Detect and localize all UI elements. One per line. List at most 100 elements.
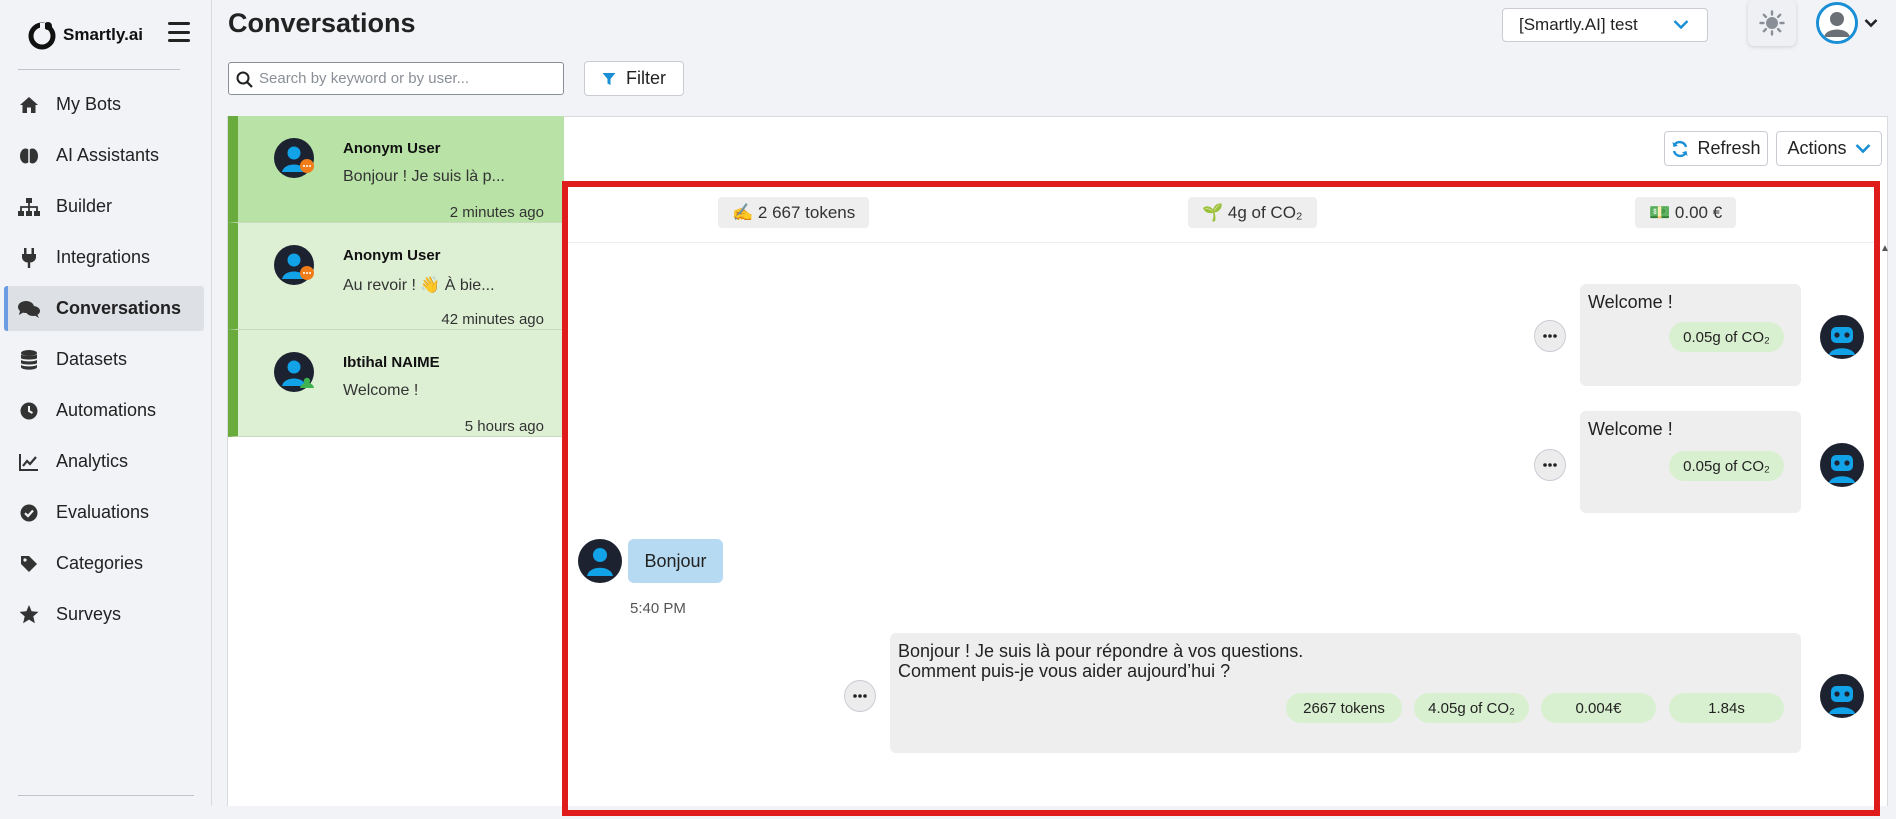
bot-message-bubble: Welcome ! 0.05g of CO₂ bbox=[1580, 411, 1801, 513]
user-avatar-icon bbox=[1819, 5, 1855, 41]
plug-icon bbox=[18, 247, 40, 269]
filter-button[interactable]: Filter bbox=[584, 61, 684, 96]
sidebar-divider bbox=[18, 795, 194, 796]
sidebar-item-label: Categories bbox=[56, 553, 144, 573]
clock-icon bbox=[18, 400, 40, 422]
page-title: Conversations bbox=[228, 8, 416, 38]
conversation-item[interactable]: Anonym User Au revoir ! 👋 À bie... 42 mi… bbox=[228, 223, 564, 330]
stat-tokens-value: ✍️ 2 667 tokens bbox=[732, 202, 856, 222]
refresh-label: Refresh bbox=[1697, 138, 1761, 158]
sidebar-item-surveys[interactable]: Surveys bbox=[4, 592, 204, 637]
chevron-down-icon[interactable] bbox=[1864, 18, 1878, 28]
bot-selector[interactable]: [Smartly.AI] test bbox=[1502, 8, 1708, 42]
stat-cost-value: 💵 0.00 € bbox=[1649, 202, 1723, 222]
bot-message-bubble: Welcome ! 0.05g of CO₂ bbox=[1580, 284, 1801, 386]
sidebar-item-my-bots[interactable]: My Bots bbox=[4, 82, 204, 127]
sidebar-item-label: Builder bbox=[56, 196, 113, 216]
bot-avatar-icon bbox=[1820, 315, 1864, 359]
tag-icon bbox=[18, 553, 40, 575]
search-field[interactable] bbox=[228, 62, 564, 95]
message-options-button[interactable] bbox=[1534, 449, 1566, 481]
sidebar-item-label: AI Assistants bbox=[56, 145, 160, 165]
conversation-preview: Bonjour ! Je suis là p... bbox=[343, 168, 505, 185]
conversation-preview: Au revoir ! 👋 À bie... bbox=[343, 277, 495, 294]
filter-icon bbox=[602, 72, 616, 85]
chevron-down-icon bbox=[1673, 20, 1689, 30]
message-text: Bonjour bbox=[644, 550, 707, 571]
sidebar-item-label: Datasets bbox=[56, 349, 128, 369]
conversation-list: Anonym User Bonjour ! Je suis là p... 2 … bbox=[227, 116, 564, 806]
bot-avatar-icon bbox=[1820, 674, 1864, 718]
conversation-item[interactable]: Anonym User Bonjour ! Je suis là p... 2 … bbox=[228, 116, 564, 223]
home-icon bbox=[18, 94, 40, 116]
message-tokens-pill: 2667 tokens bbox=[1286, 693, 1402, 723]
message-duration-pill: 1.84s bbox=[1669, 693, 1784, 723]
menu-toggle-icon[interactable] bbox=[168, 22, 190, 42]
bot-message-bubble: Bonjour ! Je suis là pour répondre à vos… bbox=[890, 633, 1801, 753]
conversation-preview: Welcome ! bbox=[343, 382, 419, 399]
sitemap-icon bbox=[18, 196, 40, 218]
user-avatar-icon bbox=[274, 138, 314, 178]
stat-co2-value: 🌱 4g of CO₂ bbox=[1202, 202, 1303, 222]
sidebar-item-builder[interactable]: Builder bbox=[4, 184, 204, 229]
conversation-stats-bar: ✍️ 2 667 tokens 🌱 4g of CO₂ 💵 0.00 € bbox=[568, 187, 1874, 243]
sidebar: Smartly.ai My Bots AI Assistants Builder… bbox=[0, 0, 212, 806]
user-avatar-icon bbox=[274, 245, 314, 285]
sidebar-item-label: Evaluations bbox=[56, 502, 150, 522]
search-input[interactable] bbox=[259, 70, 549, 87]
sidebar-item-evaluations[interactable]: Evaluations bbox=[4, 490, 204, 535]
user-avatar-icon bbox=[578, 539, 622, 583]
stat-tokens: ✍️ 2 667 tokens bbox=[718, 197, 870, 228]
stat-co2: 🌱 4g of CO₂ bbox=[1188, 197, 1317, 228]
sidebar-item-label: Conversations bbox=[56, 298, 182, 318]
ellipsis-icon bbox=[1543, 463, 1557, 467]
user-avatar-icon bbox=[274, 352, 314, 392]
ellipsis-icon bbox=[1543, 334, 1557, 338]
refresh-button[interactable]: Refresh bbox=[1664, 131, 1768, 166]
sidebar-item-label: My Bots bbox=[56, 94, 122, 114]
message-co2-pill: 4.05g of CO₂ bbox=[1414, 693, 1529, 723]
conversation-time: 5 hours ago bbox=[464, 418, 544, 435]
sidebar-item-integrations[interactable]: Integrations bbox=[4, 235, 204, 280]
sidebar-divider bbox=[18, 69, 180, 70]
conversation-user-name: Anonym User bbox=[343, 140, 441, 157]
user-avatar[interactable] bbox=[1816, 2, 1858, 44]
stat-cost: 💵 0.00 € bbox=[1635, 197, 1737, 228]
conversation-item[interactable]: Ibtihal NAIME Welcome ! 5 hours ago bbox=[228, 330, 564, 437]
sidebar-item-label: Surveys bbox=[56, 604, 122, 624]
message-options-button[interactable] bbox=[1534, 320, 1566, 352]
theme-toggle-button[interactable] bbox=[1748, 0, 1796, 46]
message-cost-pill: 0.004€ bbox=[1541, 693, 1656, 723]
message-co2-pill: 0.05g of CO₂ bbox=[1669, 451, 1784, 481]
chart-line-icon bbox=[18, 451, 40, 473]
message-text-line: Comment puis-je vous aider aujourd’hui ? bbox=[898, 661, 1231, 681]
filter-label: Filter bbox=[626, 68, 666, 88]
check-circle-icon bbox=[18, 502, 40, 524]
sidebar-item-analytics[interactable]: Analytics bbox=[4, 439, 204, 484]
message-text: Welcome ! bbox=[1588, 419, 1673, 439]
ellipsis-icon bbox=[853, 694, 867, 698]
brand[interactable]: Smartly.ai bbox=[27, 20, 143, 50]
message-options-button[interactable] bbox=[844, 680, 876, 712]
brand-name: Smartly.ai bbox=[63, 25, 144, 44]
conversation-user-name: Anonym User bbox=[343, 247, 441, 264]
sidebar-item-automations[interactable]: Automations bbox=[4, 388, 204, 433]
database-icon bbox=[18, 349, 40, 371]
sidebar-item-ai-assistants[interactable]: AI Assistants bbox=[4, 133, 204, 178]
chevron-down-icon bbox=[1855, 144, 1870, 154]
message-time: 5:40 PM bbox=[630, 600, 686, 617]
sidebar-item-categories[interactable]: Categories bbox=[4, 541, 204, 586]
conversation-time: 2 minutes ago bbox=[449, 204, 544, 221]
sidebar-item-label: Automations bbox=[56, 400, 157, 420]
message-co2-pill: 0.05g of CO₂ bbox=[1669, 322, 1784, 352]
comments-icon bbox=[18, 298, 40, 320]
refresh-icon bbox=[1672, 140, 1688, 157]
search-icon bbox=[236, 71, 253, 88]
message-text: Welcome ! bbox=[1588, 292, 1673, 312]
actions-label: Actions bbox=[1787, 138, 1847, 158]
scroll-up-icon[interactable]: ▲ bbox=[1880, 243, 1890, 254]
sidebar-item-datasets[interactable]: Datasets bbox=[4, 337, 204, 382]
actions-button[interactable]: Actions bbox=[1776, 131, 1882, 166]
sun-icon bbox=[1759, 10, 1785, 36]
sidebar-item-conversations[interactable]: Conversations bbox=[4, 286, 204, 331]
